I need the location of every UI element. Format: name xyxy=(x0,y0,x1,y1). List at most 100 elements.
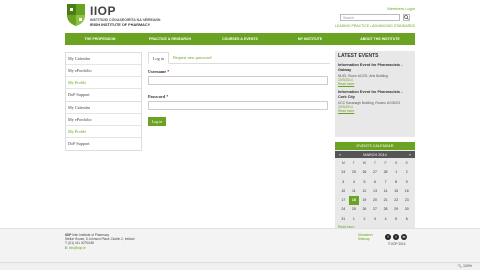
latest-events-panel: LATEST EVENTS Information Event for Phar… xyxy=(335,51,415,137)
logo-subtitle-irish: INSTITIÚID CÓGASEOIRÍTA NA hÉIREANN xyxy=(90,18,161,22)
calendar-day[interactable]: 5 xyxy=(391,215,402,224)
calendar-day[interactable]: 21 xyxy=(380,196,391,205)
logo-shield-icon xyxy=(67,4,85,26)
calendar-day[interactable]: 30 xyxy=(401,205,412,214)
calendar-day[interactable]: 13 xyxy=(370,187,381,196)
calendar-day[interactable]: 14 xyxy=(380,187,391,196)
calendar-weekday: W xyxy=(362,161,367,165)
event-item: Information Event for Pharmacists - Cork… xyxy=(338,90,412,113)
sidebar-item-my-eportfolio[interactable]: My ePortfolio xyxy=(66,65,141,77)
sidebar-menu-top: My Calendar My ePortfolio My Profile DoP… xyxy=(65,52,142,102)
calendar-day[interactable]: 4 xyxy=(349,178,360,187)
facebook-icon[interactable]: f xyxy=(385,234,391,240)
login-tabs: Log in Request new password xyxy=(148,52,330,64)
calendar-weekday: S xyxy=(394,161,398,165)
sitemap-link[interactable]: Sitemap xyxy=(358,237,373,241)
calendar-day[interactable]: 6 xyxy=(370,178,381,187)
nav-practice-research[interactable]: Practice & Research xyxy=(135,33,205,45)
calendar-day[interactable]: 24 xyxy=(338,205,349,214)
nav-about-institute[interactable]: About the Institute xyxy=(345,33,415,45)
nav-the-profession[interactable]: The Profession xyxy=(65,33,135,45)
zoom-level[interactable]: 🔍 100% xyxy=(458,264,472,268)
nav-courses-events[interactable]: Courses & Events xyxy=(205,33,275,45)
login-button[interactable]: Log in xyxy=(148,117,166,126)
calendar-day[interactable]: 10 xyxy=(338,187,349,196)
calendar-day[interactable]: 9 xyxy=(401,178,412,187)
footer-legal-links: Disclaimer Sitemap xyxy=(358,233,373,241)
calendar-day[interactable]: 19 xyxy=(359,196,370,205)
twitter-icon[interactable]: t xyxy=(393,234,399,240)
calendar-day[interactable]: 28 xyxy=(380,205,391,214)
calendar-day[interactable]: 25 xyxy=(349,168,360,177)
search-button[interactable] xyxy=(403,14,410,21)
sidebar-item-my-eportfolio[interactable]: My ePortfolio xyxy=(66,114,141,126)
calendar-day[interactable]: 3 xyxy=(338,178,349,187)
calendar-day[interactable]: 24 xyxy=(338,168,349,177)
logo-subtitle-english: IRISH INSTITUTE OF PHARMACY xyxy=(90,23,151,27)
calendar-day[interactable]: 4 xyxy=(380,215,391,224)
calendar-weekday: M xyxy=(341,161,345,165)
calendar-day[interactable]: 2 xyxy=(359,215,370,224)
members-login-link[interactable]: Members Login xyxy=(387,6,415,11)
password-field[interactable] xyxy=(148,101,328,110)
footer-address: IIOP Irish Institute of Pharmacy Stellar… xyxy=(65,233,134,250)
calendar-day[interactable]: 1 xyxy=(349,215,360,224)
calendar-day[interactable]: 6 xyxy=(401,215,412,224)
calendar-grid: M T W T F S S 24 25 26 27 28 1 2 3 4 5 6 7 8 9 10 11 12 13 14 15 16… xyxy=(335,158,415,225)
calendar-day-today[interactable]: 18 xyxy=(348,196,360,206)
password-label: Password * xyxy=(148,94,330,99)
event-title[interactable]: Information Event for Pharmacists - Cork… xyxy=(338,90,412,100)
search-icon xyxy=(404,15,409,20)
event-title[interactable]: Information Event for Pharmacists - Galw… xyxy=(338,63,412,73)
calendar-day[interactable]: 16 xyxy=(401,187,412,196)
username-field[interactable] xyxy=(148,76,328,85)
calendar-day[interactable]: 12 xyxy=(359,187,370,196)
zoom-value: 100% xyxy=(463,264,472,268)
calendar-weekday: T xyxy=(352,161,355,165)
search-input[interactable]: Search xyxy=(340,14,400,21)
sidebar-item-my-profile[interactable]: My Profile xyxy=(66,126,141,138)
calendar-next-button[interactable]: » xyxy=(409,153,411,157)
calendar-day[interactable]: 1 xyxy=(391,168,402,177)
event-read-more-link[interactable]: Read more xyxy=(338,109,412,113)
login-form: Log in Request new password Username * P… xyxy=(148,52,330,126)
calendar-day[interactable]: 27 xyxy=(370,205,381,214)
calendar-day[interactable]: 8 xyxy=(391,178,402,187)
footer-email-link[interactable]: info@iiop.ie xyxy=(69,246,86,250)
calendar-day[interactable]: 26 xyxy=(359,168,370,177)
calendar-day[interactable]: 22 xyxy=(391,196,402,205)
calendar-day[interactable]: 28 xyxy=(380,168,391,177)
sidebar-item-dop-support[interactable]: DoP Support xyxy=(66,138,141,150)
calendar-day[interactable]: 3 xyxy=(370,215,381,224)
calendar-day[interactable]: 29 xyxy=(391,205,402,214)
calendar-day[interactable]: 2 xyxy=(401,168,412,177)
linkedin-icon[interactable]: in xyxy=(401,234,407,240)
iiop-logo[interactable]: IIOP INSTITIÚID CÓGASEOIRÍTA NA hÉIREANN… xyxy=(66,3,186,29)
social-links: f t in xyxy=(385,234,407,240)
sidebar-item-dop-support[interactable]: DoP Support xyxy=(66,89,141,101)
calendar-day[interactable]: 25 xyxy=(349,205,360,214)
calendar-day[interactable]: 15 xyxy=(391,187,402,196)
sidebar-item-my-profile[interactable]: My Profile xyxy=(66,77,141,89)
calendar-day[interactable]: 17 xyxy=(338,196,349,205)
calendar-day[interactable]: 31 xyxy=(338,215,349,224)
sidebar-menu-bottom: My Calendar My ePortfolio My Profile DoP… xyxy=(65,101,142,151)
sidebar-item-my-calendar[interactable]: My Calendar xyxy=(66,53,141,65)
nav-my-institute[interactable]: My Institute xyxy=(275,33,345,45)
calendar-day[interactable]: 11 xyxy=(349,187,360,196)
sidebar-item-my-calendar[interactable]: My Calendar xyxy=(66,102,141,114)
password-label-text: Password xyxy=(148,94,166,99)
calendar-day[interactable]: 27 xyxy=(370,168,381,177)
required-mark: * xyxy=(166,94,169,99)
calendar-month-label: MARCH 2014 xyxy=(363,152,387,157)
tab-request-new-password[interactable]: Request new password xyxy=(169,52,215,63)
calendar-prev-button[interactable]: « xyxy=(339,153,341,157)
calendar-day[interactable]: 5 xyxy=(359,178,370,187)
calendar-day[interactable]: 7 xyxy=(380,178,391,187)
calendar-day[interactable]: 23 xyxy=(401,196,412,205)
event-read-more-link[interactable]: Read more xyxy=(338,82,412,86)
calendar-day[interactable]: 26 xyxy=(359,205,370,214)
tab-log-in[interactable]: Log in xyxy=(148,52,170,64)
calendar-day[interactable]: 20 xyxy=(370,196,381,205)
calendar-month-bar: « MARCH 2014 » xyxy=(335,151,415,158)
